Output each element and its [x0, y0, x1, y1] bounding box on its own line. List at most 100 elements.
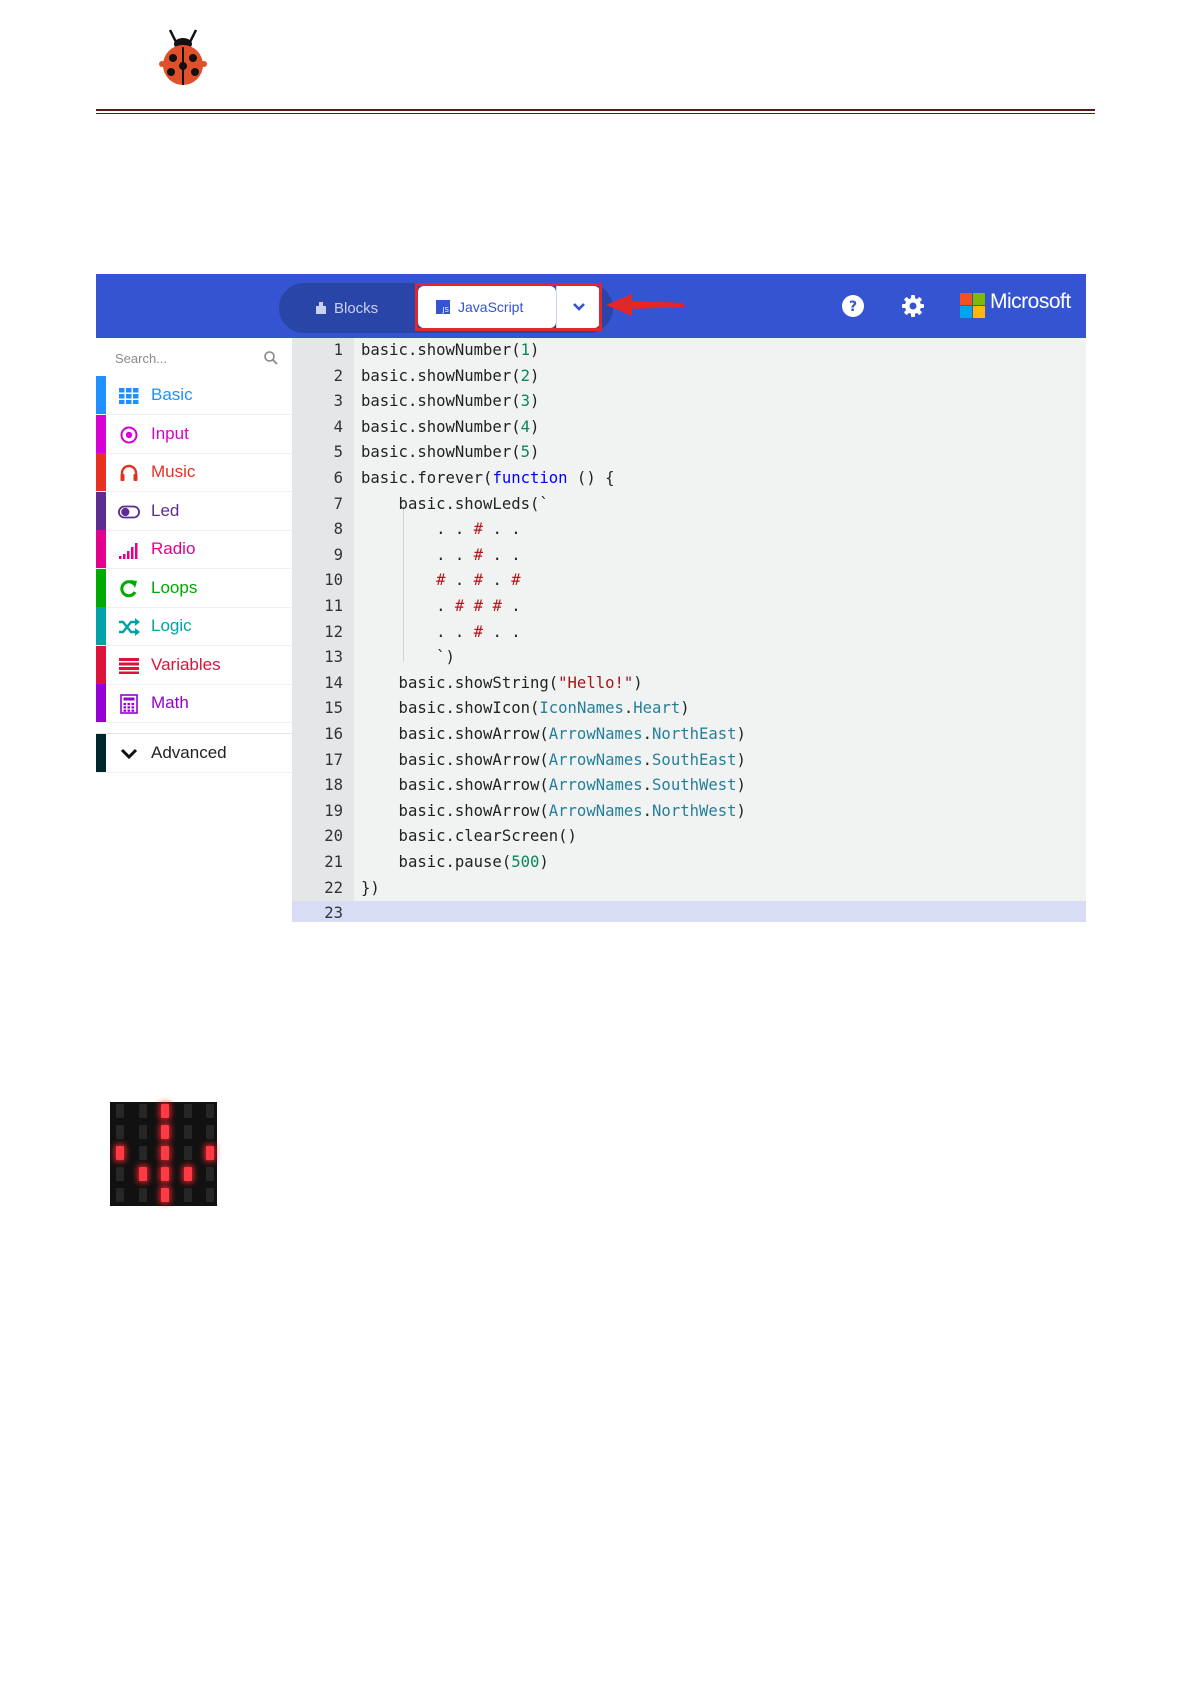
- category-logic[interactable]: Logic: [96, 607, 292, 646]
- chevron-down-icon: [118, 743, 140, 765]
- header-rule-thin: [96, 113, 1095, 114]
- code-text: basic.showIcon(IconNames.Heart): [361, 699, 690, 718]
- code-line[interactable]: 14 basic.showString("Hello!"): [292, 671, 1086, 697]
- code-text: . . # . .: [361, 520, 521, 539]
- code-line[interactable]: 4 basic.showNumber(4): [292, 415, 1086, 441]
- puzzle-icon: [316, 302, 326, 314]
- header-rule: [96, 109, 1095, 111]
- category-label: Basic: [151, 385, 193, 404]
- code-text: basic.showString("Hello!"): [361, 673, 643, 692]
- code-line[interactable]: 22}): [292, 876, 1086, 902]
- category-color-bar: [96, 453, 106, 491]
- led-off: [206, 1104, 214, 1118]
- search-input[interactable]: [113, 347, 267, 369]
- led-off: [183, 1188, 192, 1202]
- code-line[interactable]: 21 basic.pause(500): [292, 850, 1086, 876]
- code-line[interactable]: 3 basic.showNumber(3): [292, 389, 1086, 415]
- code-line[interactable]: 20 basic.clearScreen(): [292, 824, 1086, 850]
- microsoft-logo-icon: [960, 293, 985, 318]
- category-color-bar: [96, 414, 106, 453]
- category-loops[interactable]: Loops: [96, 568, 292, 608]
- category-color-bar: [96, 568, 106, 607]
- category-label: Radio: [151, 539, 196, 558]
- line-number: 18: [324, 776, 343, 795]
- code-line[interactable]: 7 basic.showLeds(`: [292, 492, 1086, 518]
- led-on: [116, 1146, 124, 1160]
- line-number: 22: [324, 878, 343, 897]
- highlight-box: [415, 283, 602, 331]
- code-line[interactable]: 12 . . # . .: [292, 620, 1086, 646]
- led-off: [183, 1125, 192, 1139]
- code-line[interactable]: 19 basic.showArrow(ArrowNames.NorthWest): [292, 799, 1086, 825]
- pointer-arrow-icon: [606, 294, 684, 316]
- code-line[interactable]: 9 . . # . .: [292, 543, 1086, 569]
- search-icon[interactable]: [263, 350, 279, 366]
- code-line[interactable]: 10 # . # . #: [292, 568, 1086, 594]
- code-text: `): [361, 648, 455, 667]
- category-led[interactable]: Led: [96, 491, 292, 531]
- category-color-bar: [96, 645, 106, 684]
- led-off: [116, 1104, 124, 1118]
- led-off: [138, 1125, 147, 1139]
- category-color-bar: [96, 684, 106, 722]
- category-radio[interactable]: Radio: [96, 530, 292, 569]
- category-music[interactable]: Music: [96, 453, 292, 492]
- code-line[interactable]: 8 . . # . .: [292, 517, 1086, 543]
- gear-icon[interactable]: [901, 294, 925, 318]
- led-off: [138, 1146, 147, 1160]
- code-line[interactable]: 13 `): [292, 645, 1086, 671]
- code-text: basic.pause(500): [361, 853, 549, 871]
- toggle-icon: [118, 501, 140, 523]
- led-off: [183, 1104, 192, 1118]
- category-math[interactable]: Math: [96, 684, 292, 723]
- line-number: 13: [324, 648, 343, 667]
- led-on: [206, 1146, 214, 1160]
- code-text: basic.showNumber(1): [361, 341, 540, 359]
- microsoft-brand: Microsoft: [990, 290, 1071, 313]
- code-text: basic.showArrow(ArrowNames.NorthEast): [361, 725, 746, 743]
- loop-arrow-icon: [118, 578, 140, 600]
- led-on: [161, 1104, 169, 1118]
- code-text: . # # # .: [361, 597, 521, 615]
- code-line[interactable]: 1 basic.showNumber(1): [292, 338, 1086, 364]
- led-off: [138, 1188, 147, 1202]
- category-label: Music: [151, 462, 196, 481]
- ladybug-logo-icon: [159, 29, 207, 85]
- line-number: 2: [333, 366, 343, 385]
- code-line[interactable]: 18 basic.showArrow(ArrowNames.SouthWest): [292, 773, 1086, 799]
- line-number: 21: [324, 853, 343, 871]
- code-text: basic.showNumber(5): [361, 443, 540, 462]
- line-number: 8: [333, 520, 343, 539]
- code-line[interactable]: 17 basic.showArrow(ArrowNames.SouthEast): [292, 748, 1086, 774]
- led-off: [183, 1146, 192, 1160]
- grid-icon: [118, 385, 140, 407]
- code-line[interactable]: 2 basic.showNumber(2): [292, 364, 1086, 390]
- line-number: 19: [324, 801, 343, 820]
- headphones-icon: [118, 462, 140, 484]
- category-label: Logic: [151, 616, 192, 635]
- code-text: basic.showArrow(ArrowNames.SouthEast): [361, 750, 746, 769]
- code-line[interactable]: 5 basic.showNumber(5): [292, 440, 1086, 466]
- category-variables[interactable]: Variables: [96, 645, 292, 685]
- tab-blocks[interactable]: Blocks: [314, 294, 378, 322]
- category-label: Advanced: [151, 742, 227, 762]
- list-lines-icon: [118, 655, 140, 677]
- category-advanced[interactable]: Advanced: [96, 732, 292, 773]
- code-text: basic.showArrow(ArrowNames.NorthWest): [361, 801, 746, 820]
- category-input[interactable]: Input: [96, 414, 292, 454]
- svg-text:?: ?: [849, 299, 857, 315]
- line-number: 20: [324, 827, 343, 846]
- code-line[interactable]: 16 basic.showArrow(ArrowNames.NorthEast): [292, 722, 1086, 748]
- code-line[interactable]: 23: [292, 901, 1086, 922]
- category-basic[interactable]: Basic: [96, 376, 292, 415]
- led-off: [116, 1167, 124, 1181]
- category-label: Input: [151, 423, 189, 443]
- code-line[interactable]: 15 basic.showIcon(IconNames.Heart): [292, 696, 1086, 722]
- code-line[interactable]: 6 basic.forever(function () {: [292, 466, 1086, 492]
- code-text: . . # . .: [361, 545, 521, 564]
- code-editor[interactable]: 1 basic.showNumber(1) 2 basic.showNumber(2)…: [292, 338, 1086, 922]
- code-line[interactable]: 11 . # # # .: [292, 594, 1086, 620]
- line-number: 7: [333, 494, 343, 513]
- help-icon[interactable]: ?: [841, 294, 865, 318]
- category-label: Variables: [151, 654, 221, 674]
